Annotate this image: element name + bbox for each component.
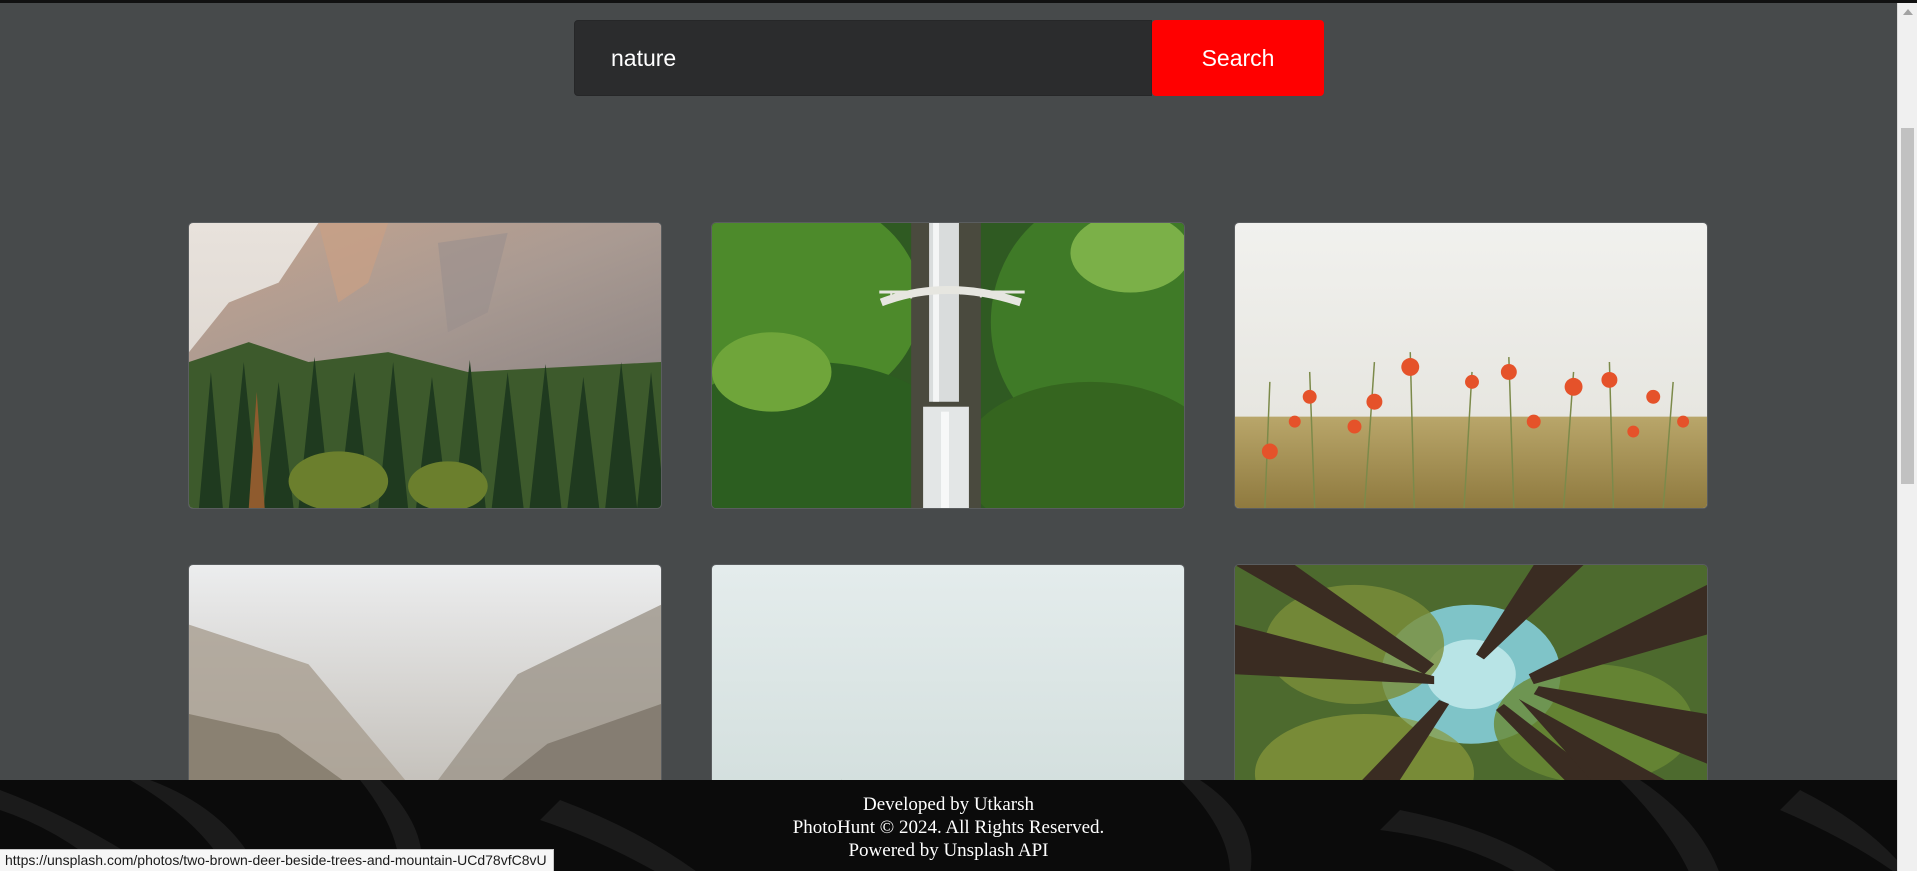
image-card-poppy-field[interactable] [1234,222,1708,509]
vertical-scrollbar[interactable] [1897,3,1917,871]
search-bar: Search [574,20,1324,96]
photo-waterfall [712,223,1184,508]
footer-developer: Developed by Utkarsh [863,794,1034,815]
photo-poppies [1235,223,1707,508]
image-card-granite-cliff-forest[interactable] [188,222,662,509]
photo-cliff-forest [189,223,661,508]
photohunt-page: Search [0,0,1917,871]
search-input[interactable] [574,20,1152,96]
footer-copyright: PhotoHunt © 2024. All Rights Reserved. [792,817,1105,838]
status-bar-url: https://unsplash.com/photos/two-brown-de… [0,849,554,871]
image-card-waterfall-bridge[interactable] [711,222,1185,509]
search-button[interactable]: Search [1152,20,1324,96]
scroll-up-arrow-icon[interactable] [1903,9,1913,15]
scroll-thumb[interactable] [1901,128,1914,484]
